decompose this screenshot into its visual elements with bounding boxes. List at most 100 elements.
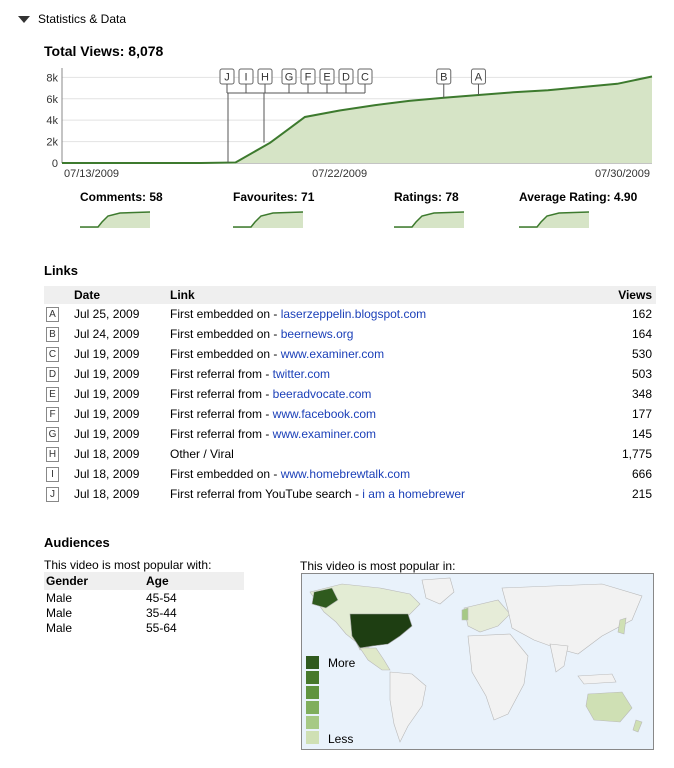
views-column-header: Views (618, 288, 652, 302)
views-cell: 530 (631, 347, 652, 361)
marker-badge: F (46, 407, 59, 422)
audience-age: 35-44 (146, 605, 177, 620)
marker-label: B (440, 72, 447, 84)
favourites-sparkline (233, 211, 303, 228)
y-tick-label: 8k (46, 72, 58, 84)
x-tick-label: 07/22/2009 (312, 168, 367, 180)
south-america-shape (389, 671, 427, 743)
marker-label: F (305, 72, 312, 84)
views-cell: 1,775 (621, 447, 652, 461)
audience-age: 55-64 (146, 620, 177, 635)
link-anchor[interactable]: beernews.org (281, 327, 354, 341)
legend-swatch (306, 656, 319, 669)
marker-cell: H (44, 444, 72, 464)
y-tick-label: 2k (46, 137, 58, 149)
link-cell: First embedded on - www.homebrewtalk.com (168, 464, 590, 484)
link-anchor[interactable]: laserzeppelin.blogspot.com (281, 307, 426, 321)
link-prefix: First embedded on - (170, 347, 281, 361)
legend-swatch (306, 716, 319, 729)
audiences-table-header: Gender Age (44, 572, 244, 590)
link-prefix: First embedded on - (170, 307, 281, 321)
link-anchor[interactable]: i am a homebrewer (362, 487, 465, 501)
views-cell: 348 (631, 387, 652, 401)
links-table: Date Link Views A Jul 25, 2009 First embed… (44, 286, 656, 504)
legend-swatch (306, 686, 319, 699)
link-anchor[interactable]: www.homebrewtalk.com (281, 467, 410, 481)
marker-badge: J (46, 487, 59, 502)
stats-row: Comments: 58 Favourites: 71 Ratings: 78 … (44, 190, 656, 240)
marker-cell: I (44, 464, 72, 484)
date-cell: Jul 19, 2009 (74, 367, 140, 381)
link-anchor[interactable]: beeradvocate.com (273, 387, 372, 401)
marker-label: C (361, 72, 369, 84)
comments-sparkline (80, 211, 150, 228)
links-table-header: Date Link Views (44, 286, 656, 304)
link-anchor[interactable]: www.facebook.com (273, 407, 376, 421)
legend-more-label: More (328, 656, 356, 670)
audiences-title: Audiences (44, 535, 110, 550)
audiences-table: Gender Age Male 45-54 Male 35-44 Male 55… (44, 572, 244, 635)
date-cell: Jul 24, 2009 (74, 327, 140, 341)
favourites-stat: Favourites: 71 (233, 190, 314, 228)
collapse-triangle-icon[interactable] (18, 16, 30, 23)
views-cell: 503 (631, 367, 652, 381)
audience-gender: Male (46, 620, 73, 635)
gender-column-header: Gender (46, 574, 89, 588)
world-map[interactable]: More Less (301, 573, 654, 750)
date-cell: Jul 18, 2009 (74, 487, 140, 501)
audience-row: Male 55-64 (44, 620, 244, 635)
link-cell: First referral from - www.facebook.com (168, 404, 590, 424)
africa-shape (467, 633, 529, 721)
marker-badge: I (46, 467, 59, 482)
audience-gender: Male (46, 605, 73, 620)
marker-badge: B (46, 327, 59, 342)
average-rating-sparkline (519, 211, 589, 228)
link-prefix: First referral from - (170, 427, 273, 441)
date-cell: Jul 18, 2009 (74, 467, 140, 481)
views-cell: 215 (631, 487, 652, 501)
link-prefix: Other / Viral (170, 447, 234, 461)
europe-shape (463, 599, 511, 633)
links-table-row: D Jul 19, 2009 First referral from - twitt… (44, 364, 656, 384)
link-prefix: First referral from - (170, 387, 273, 401)
asia-shape (501, 583, 643, 655)
favourites-stat-label: Favourites: 71 (233, 190, 315, 204)
audience-gender: Male (46, 590, 73, 605)
link-cell: First referral from - twitter.com (168, 364, 590, 384)
marker-label: H (261, 72, 269, 84)
views-cell: 164 (631, 327, 652, 341)
link-anchor[interactable]: www.examiner.com (281, 347, 384, 361)
marker-badge: A (46, 307, 59, 322)
views-cell: 162 (631, 307, 652, 321)
india-shape (549, 643, 569, 673)
statistics-section-header[interactable]: Statistics & Data (18, 10, 126, 28)
views-cell: 145 (631, 427, 652, 441)
date-column-header: Date (74, 288, 101, 302)
links-table-row: B Jul 24, 2009 First embedded on - beernew… (44, 324, 656, 344)
link-anchor[interactable]: www.examiner.com (273, 427, 376, 441)
age-column-header: Age (146, 574, 169, 588)
marker-cell: F (44, 404, 72, 424)
marker-label: I (244, 72, 247, 84)
usa-shape (349, 613, 413, 649)
marker-cell: C (44, 344, 72, 364)
marker-cell: G (44, 424, 72, 444)
marker-label: A (475, 72, 483, 84)
link-column-header: Link (170, 288, 195, 302)
audiences-subtitle: This video is most popular with: (44, 558, 212, 572)
link-prefix: First referral from - (170, 367, 273, 381)
marker-badge: D (46, 367, 59, 382)
legend-swatch (306, 671, 319, 684)
comments-stat: Comments: 58 (80, 190, 163, 228)
links-table-row: E Jul 19, 2009 First referral from - beera… (44, 384, 656, 404)
link-anchor[interactable]: twitter.com (273, 367, 330, 381)
link-cell: First embedded on - www.examiner.com (168, 344, 590, 364)
comments-stat-label: Comments: 58 (80, 190, 163, 204)
ratings-stat-label: Ratings: 78 (394, 190, 459, 204)
links-table-row: G Jul 19, 2009 First referral from - www.e… (44, 424, 656, 444)
date-cell: Jul 19, 2009 (74, 407, 140, 421)
map-legend: More Less (306, 656, 355, 746)
links-table-row: H Jul 18, 2009 Other / Viral 1,775 (44, 444, 656, 464)
marker-badge: H (46, 447, 59, 462)
links-table-row: I Jul 18, 2009 First embedded on - www.hom… (44, 464, 656, 484)
